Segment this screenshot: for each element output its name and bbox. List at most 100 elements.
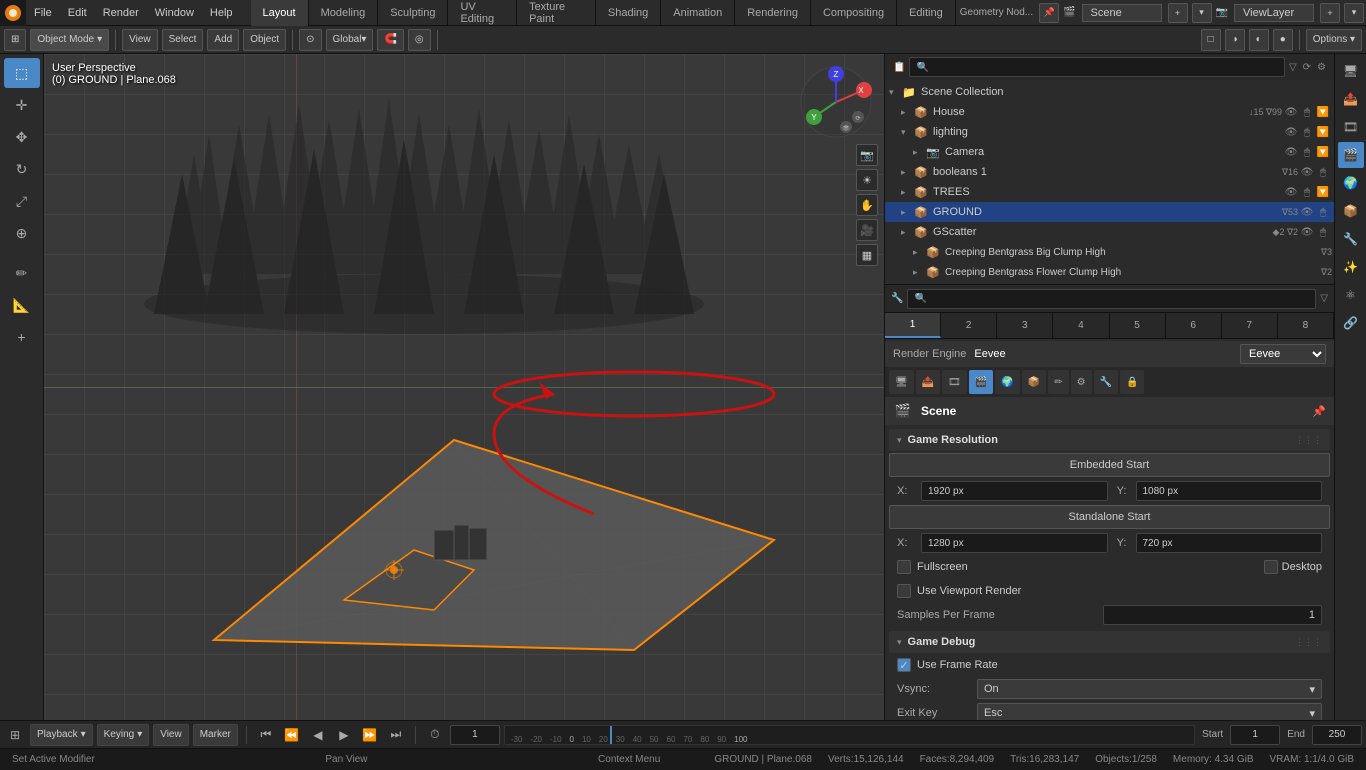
viewport-render-checkbox[interactable] bbox=[897, 584, 911, 598]
transform-pivot-button[interactable]: ⊙ bbox=[299, 29, 321, 51]
proportional-edit-button[interactable]: ◎ bbox=[408, 29, 431, 51]
outliner-filter-icon[interactable]: ▽ bbox=[1289, 62, 1297, 73]
game-debug-header[interactable]: ▾ Game Debug ⋮⋮⋮ bbox=[889, 631, 1330, 653]
sidebar-rotate-tool[interactable]: ↻ bbox=[4, 154, 40, 184]
num-tab-4[interactable]: 4 bbox=[1053, 313, 1109, 338]
exit-key-dropdown[interactable]: Esc ▾ bbox=[977, 703, 1322, 720]
start-frame-field[interactable]: 1 bbox=[1230, 725, 1280, 745]
props-search-input[interactable] bbox=[907, 289, 1316, 309]
tree-item-lighting[interactable]: ▾ 📦 lighting 👁 🖱 🔽 bbox=[885, 122, 1334, 142]
game-resolution-header[interactable]: ▾ Game Resolution ⋮⋮⋮ bbox=[889, 429, 1330, 451]
menu-help[interactable]: Help bbox=[202, 0, 241, 26]
jump-start-button[interactable]: ⏮ bbox=[255, 724, 277, 746]
play-reverse-button[interactable]: ◀ bbox=[307, 724, 329, 746]
tree-item-booleans[interactable]: ▸ 📦 booleans 1 ∇16 👁 🖱 bbox=[885, 162, 1334, 182]
num-tab-3[interactable]: 3 bbox=[997, 313, 1053, 338]
next-keyframe-button[interactable]: ⏩ bbox=[359, 724, 381, 746]
num-tab-7[interactable]: 7 bbox=[1222, 313, 1278, 338]
pib-constraints-icon[interactable]: 🔗 bbox=[1338, 310, 1364, 336]
props-tab-physics[interactable]: 🔧 bbox=[1094, 370, 1118, 394]
props-tab-viewlayer[interactable]: 🎞 bbox=[942, 370, 967, 394]
props-tab-render[interactable]: 🖥 bbox=[889, 370, 914, 394]
timeline-view-menu[interactable]: View bbox=[153, 724, 189, 746]
keying-menu[interactable]: Keying ▾ bbox=[97, 724, 150, 746]
standalone-x-field[interactable]: 1280 px bbox=[921, 533, 1108, 553]
vis-icon[interactable]: 👁 bbox=[1284, 105, 1298, 119]
tree-item-scene-collection[interactable]: ▾ 📁 Scene Collection bbox=[885, 82, 1334, 102]
render-engine-dropdown[interactable]: Eevee Cycles Workbench bbox=[1240, 344, 1326, 364]
sidebar-cursor-tool[interactable]: ✛ bbox=[4, 90, 40, 120]
viewport-shading-wire[interactable]: □ bbox=[1201, 29, 1221, 51]
bool-vis2[interactable]: 🖱 bbox=[1316, 165, 1330, 179]
menu-edit[interactable]: Edit bbox=[60, 0, 95, 26]
new-scene-button[interactable]: + bbox=[1168, 3, 1188, 23]
workspace-tab-sculpting[interactable]: Sculpting bbox=[378, 0, 448, 26]
pib-modifier-icon[interactable]: 🔧 bbox=[1338, 226, 1364, 252]
props-tab-world[interactable]: 🌍 bbox=[995, 370, 1019, 394]
trees-vis2[interactable]: 🖱 bbox=[1300, 185, 1314, 199]
pib-world-icon[interactable]: 🌍 bbox=[1338, 170, 1364, 196]
playback-menu[interactable]: Playback ▾ bbox=[30, 724, 93, 746]
viewport-shading-render[interactable]: ● bbox=[1273, 29, 1293, 51]
ground-vis2[interactable]: 🖱 bbox=[1316, 205, 1330, 219]
play-button[interactable]: ▶ bbox=[333, 724, 355, 746]
cam-vis3[interactable]: 🔽 bbox=[1316, 145, 1330, 159]
scene-selector[interactable] bbox=[1082, 4, 1162, 22]
workspace-tab-layout[interactable]: Layout bbox=[251, 0, 309, 26]
num-tab-2[interactable]: 2 bbox=[941, 313, 997, 338]
cam-vis1[interactable]: 👁 bbox=[1284, 145, 1298, 159]
samples-field[interactable]: 1 bbox=[1103, 605, 1323, 625]
marker-menu[interactable]: Marker bbox=[193, 724, 238, 746]
vis-icon5[interactable]: 🖱 bbox=[1300, 125, 1314, 139]
sidebar-measure-tool[interactable]: 📐 bbox=[4, 290, 40, 320]
props-search-filter[interactable]: ▽ bbox=[1320, 293, 1328, 304]
workspace-tab-animation[interactable]: Animation bbox=[661, 0, 735, 26]
tree-item-trees[interactable]: ▸ 📦 TREES 👁 🖱 🔽 bbox=[885, 182, 1334, 202]
props-tab-output[interactable]: 📤 bbox=[916, 370, 940, 394]
viewport[interactable]: User Perspective (0) GROUND | Plane.068 … bbox=[44, 54, 884, 720]
trees-vis1[interactable]: 👁 bbox=[1284, 185, 1298, 199]
viewport-shading-solid[interactable]: ◑ bbox=[1225, 29, 1245, 51]
object-mode-button[interactable]: Object Mode ▾ bbox=[30, 29, 109, 51]
num-tab-1[interactable]: 1 bbox=[885, 313, 941, 338]
object-menu[interactable]: Object bbox=[243, 29, 286, 51]
pin-button[interactable]: 📌 bbox=[1039, 3, 1059, 23]
film-icon[interactable]: 🎥 bbox=[856, 219, 878, 241]
transform-orientation-button[interactable]: Global▾ bbox=[326, 29, 374, 51]
tree-item-ground[interactable]: ▸ 📦 GROUND ∇53 👁 🖱 bbox=[885, 202, 1334, 222]
workspace-tab-modeling[interactable]: Modeling bbox=[309, 0, 379, 26]
gs-vis1[interactable]: 👁 bbox=[1300, 225, 1314, 239]
view-menu[interactable]: View bbox=[122, 29, 158, 51]
standalone-start-button[interactable]: Standalone Start bbox=[889, 505, 1330, 529]
new-view-layer-button[interactable]: + bbox=[1320, 3, 1340, 23]
end-frame-field[interactable]: 250 bbox=[1312, 725, 1362, 745]
sidebar-annotate-tool[interactable]: ✏ bbox=[4, 258, 40, 288]
sidebar-add-tool[interactable]: + bbox=[4, 322, 40, 352]
sidebar-scale-tool[interactable]: ⤢ bbox=[4, 186, 40, 216]
trees-vis3[interactable]: 🔽 bbox=[1316, 185, 1330, 199]
add-menu[interactable]: Add bbox=[207, 29, 239, 51]
pib-particles-icon[interactable]: ✨ bbox=[1338, 254, 1364, 280]
embedded-start-button[interactable]: Embedded Start bbox=[889, 453, 1330, 477]
workspace-tab-compositing[interactable]: Compositing bbox=[811, 0, 897, 26]
outliner-sync-icon[interactable]: ⟳ bbox=[1303, 62, 1311, 73]
menu-render[interactable]: Render bbox=[95, 0, 147, 26]
outliner-settings-icon[interactable]: ⚙ bbox=[1317, 62, 1326, 73]
snap-button[interactable]: 🧲 bbox=[377, 29, 403, 51]
section-options[interactable]: ⋮⋮⋮ bbox=[1295, 435, 1322, 446]
editor-type-pb-button[interactable]: ⊞ bbox=[4, 724, 26, 746]
grid-icon[interactable]: ▦ bbox=[856, 244, 878, 266]
cam-vis2[interactable]: 🖱 bbox=[1300, 145, 1314, 159]
ground-vis1[interactable]: 👁 bbox=[1300, 205, 1314, 219]
pib-physics-icon[interactable]: ⚛ bbox=[1338, 282, 1364, 308]
gs-vis2[interactable]: 🖱 bbox=[1316, 225, 1330, 239]
tree-item-bentgrass-flower[interactable]: ▸ 📦 Creeping Bentgrass Flower Clump High… bbox=[885, 262, 1334, 282]
standalone-y-field[interactable]: 720 px bbox=[1136, 533, 1323, 553]
embedded-x-field[interactable]: 1920 px bbox=[921, 481, 1108, 501]
timeline-ruler[interactable]: -30 -20 -10 0 10 20 30 40 50 60 70 80 90… bbox=[504, 725, 1195, 745]
menu-window[interactable]: Window bbox=[147, 0, 202, 26]
select-menu[interactable]: Select bbox=[162, 29, 204, 51]
tree-item-gscatter[interactable]: ▸ 📦 GScatter ◆2 ∇2 👁 🖱 bbox=[885, 222, 1334, 242]
view-layer-selector[interactable] bbox=[1234, 4, 1314, 22]
editor-type-button[interactable]: ⊞ bbox=[4, 29, 26, 51]
